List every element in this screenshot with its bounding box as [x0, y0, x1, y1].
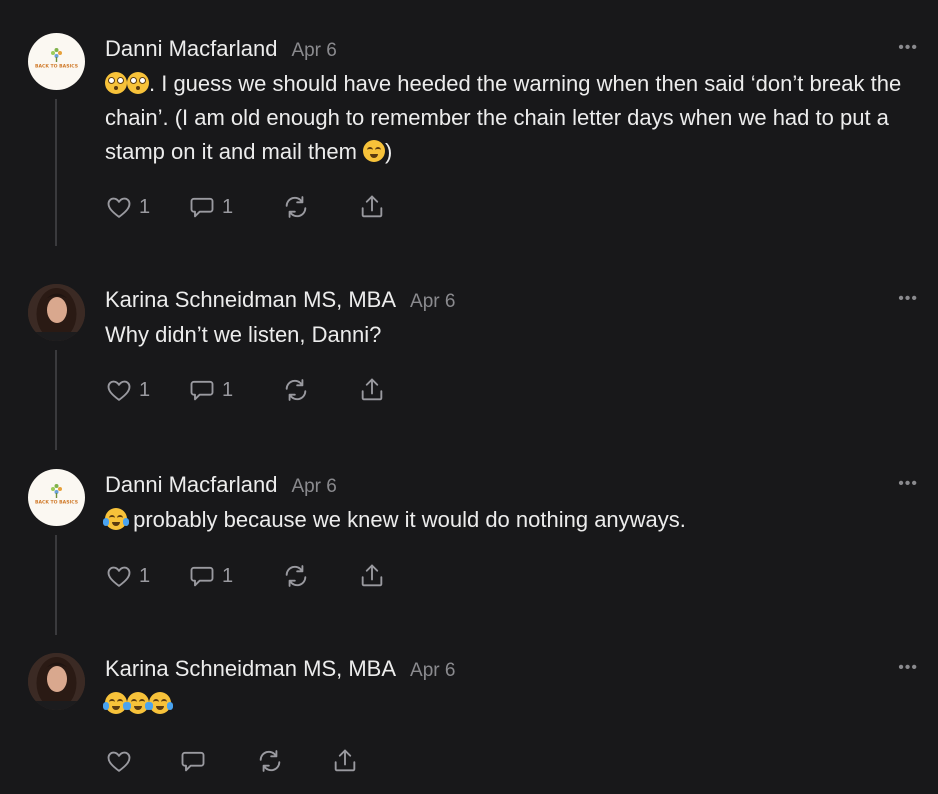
comment-text: . I guess we should have heeded the warn… [105, 71, 902, 164]
comment-text: Why didn’t we listen, Danni? [105, 322, 382, 347]
comment-author[interactable]: Karina Schneidman MS, MBA Apr 6 [105, 656, 455, 682]
share-icon [361, 378, 383, 401]
restack-icon [285, 565, 307, 587]
restack-button[interactable] [282, 192, 310, 222]
comment-date[interactable]: Apr 6 [291, 40, 336, 61]
heart-icon [107, 566, 131, 587]
share-icon [361, 564, 383, 587]
grinning-squinting-face-emoji [363, 140, 386, 162]
reply-button[interactable]: 1 [188, 375, 233, 405]
comment-body [103, 687, 915, 721]
comment-date[interactable]: Apr 6 [410, 291, 455, 312]
reply-button[interactable] [179, 746, 207, 776]
reply-count: 1 [222, 378, 234, 401]
reply-button[interactable]: 1 [188, 561, 233, 591]
restack-button[interactable] [282, 375, 310, 405]
restack-icon [259, 750, 281, 772]
more-options-icon[interactable]: ••• [898, 475, 918, 493]
avatar[interactable] [28, 284, 85, 341]
face-with-tears-of-joy-emoji [103, 692, 129, 714]
comment-author[interactable]: Danni Macfarland Apr 6 [105, 472, 337, 498]
heart-icon [107, 197, 131, 218]
more-options-icon[interactable]: ••• [898, 290, 918, 308]
comment-text: probably because we knew it would do not… [127, 507, 686, 532]
author-name[interactable]: Karina Schneidman MS, MBA [105, 287, 396, 312]
author-name[interactable]: Danni Macfarland [105, 472, 277, 497]
like-button[interactable]: 1 [105, 561, 150, 591]
comment-date[interactable]: Apr 6 [410, 660, 455, 681]
more-options-icon[interactable]: ••• [898, 39, 918, 57]
face-with-tears-of-joy-emoji [147, 692, 173, 714]
restack-icon [285, 196, 307, 218]
comment-body: probably because we knew it would do not… [103, 503, 915, 537]
restack-button[interactable] [256, 746, 284, 776]
comment-author[interactable]: Danni Macfarland Apr 6 [105, 36, 337, 62]
restack-button[interactable] [282, 561, 310, 591]
like-button[interactable] [105, 746, 133, 776]
reply-button[interactable]: 1 [188, 192, 233, 222]
avatar[interactable]: BACK TO BASICS [28, 469, 85, 526]
face-with-tears-of-joy-emoji [103, 508, 129, 530]
share-icon [334, 749, 356, 772]
more-options-icon[interactable]: ••• [898, 659, 918, 677]
comment-body: . I guess we should have heeded the warn… [105, 67, 915, 169]
comment-bubble-icon [181, 751, 205, 772]
avatar-logo-text: BACK TO BASICS [35, 64, 78, 70]
author-name[interactable]: Karina Schneidman MS, MBA [105, 656, 396, 681]
heart-icon [107, 380, 131, 401]
thread-line [55, 350, 57, 450]
avatar[interactable] [28, 653, 85, 710]
comment-bubble-icon [190, 380, 214, 401]
thread-line [55, 535, 57, 635]
reply-count: 1 [222, 195, 234, 218]
like-count: 1 [139, 378, 151, 401]
heart-icon [107, 751, 131, 772]
flushed-face-emoji [127, 72, 149, 94]
author-name[interactable]: Danni Macfarland [105, 36, 277, 61]
face-with-tears-of-joy-emoji [125, 692, 151, 714]
like-button[interactable]: 1 [105, 192, 150, 222]
comment-bubble-icon [190, 197, 214, 218]
comment-bubble-icon [190, 566, 214, 587]
like-count: 1 [139, 564, 151, 587]
comment-date[interactable]: Apr 6 [291, 476, 336, 497]
restack-icon [285, 379, 307, 401]
flushed-face-emoji [105, 72, 127, 94]
avatar-logo-text: BACK TO BASICS [35, 500, 78, 506]
share-icon [361, 195, 383, 218]
comment-text-end: ) [385, 139, 393, 164]
share-button[interactable] [358, 192, 386, 222]
comment-body: Why didn’t we listen, Danni? [105, 318, 915, 352]
share-button[interactable] [331, 746, 359, 776]
thread-line [55, 99, 57, 246]
comment-author[interactable]: Karina Schneidman MS, MBA Apr 6 [105, 287, 455, 313]
share-button[interactable] [358, 561, 386, 591]
reply-count: 1 [222, 564, 234, 587]
like-button[interactable]: 1 [105, 375, 150, 405]
share-button[interactable] [358, 375, 386, 405]
like-count: 1 [139, 195, 151, 218]
avatar[interactable]: BACK TO BASICS [28, 33, 85, 90]
comment-thread: BACK TO BASICS Danni Macfarland Apr 6 •••… [0, 0, 938, 794]
